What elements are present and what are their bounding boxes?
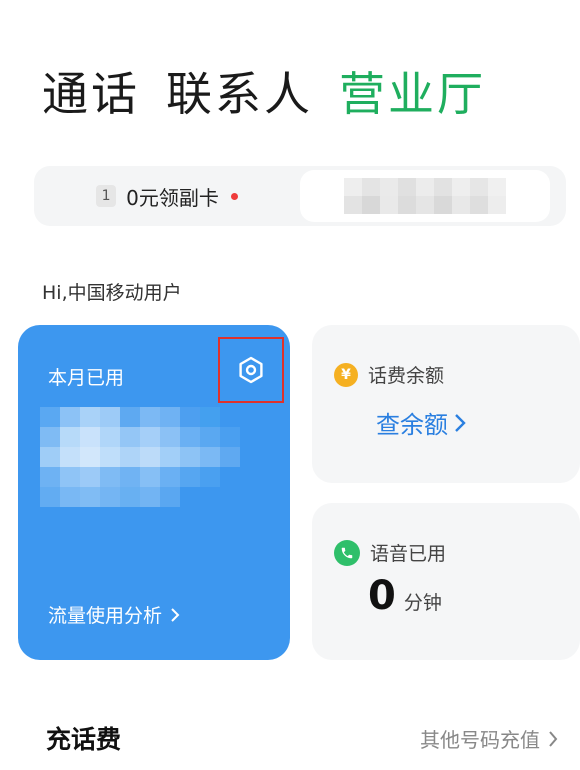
balance-card-title: 话费余额 [368,365,445,387]
top-tab-bar: 通话 联系人 营业厅 [42,66,486,122]
tab-service-hall[interactable]: 营业厅 [339,66,486,122]
traffic-analysis-link[interactable]: 流量使用分析 [48,601,180,628]
voice-minutes-number: 0 [368,573,396,619]
sim-slot-badge: 1 [96,185,117,207]
phone-icon [334,539,360,566]
usage-card-title: 本月已用 [48,367,125,389]
check-balance-label: 查余额 [376,411,448,439]
sim-promo-row: 1 0元领副卡 [34,166,566,226]
yuan-coin-icon: ¥ [334,362,358,387]
tab-calls[interactable]: 通话 [42,66,140,122]
check-balance-link[interactable]: 查余额 [376,405,466,440]
other-number-recharge-link[interactable]: 其他号码充值 [420,724,558,753]
pixelated-region [344,178,506,214]
masked-phone-number[interactable] [300,170,550,222]
voice-usage-value: 0 分钟 [368,573,442,619]
monthly-usage-card[interactable]: 本月已用 流量使用分析 [18,325,290,660]
recharge-section-title: 充话费 [46,725,122,754]
tab-contacts[interactable]: 联系人 [166,66,313,122]
chevron-right-icon [455,413,466,432]
chevron-right-icon [549,730,558,747]
sim-promo-label: 0元领副卡 [126,185,219,210]
chevron-right-icon [171,607,180,622]
balance-card[interactable]: ¥ 话费余额 查余额 [312,325,580,483]
traffic-analysis-label: 流量使用分析 [48,605,163,627]
settings-hexagon-icon [239,356,263,384]
other-number-recharge-label: 其他号码充值 [420,728,540,752]
balance-card-header: ¥ 话费余额 [334,361,444,388]
notification-dot [230,192,238,200]
voice-minutes-unit: 分钟 [403,592,442,614]
voice-usage-card[interactable]: 语音已用 0 分钟 [312,503,580,660]
voice-card-title: 语音已用 [370,543,447,565]
voice-card-header: 语音已用 [334,539,446,566]
usage-settings-button[interactable] [218,337,284,403]
pixelated-usage-value [40,407,240,507]
secondary-sim-promo[interactable]: 1 0元领副卡 [34,166,300,226]
greeting-text: Hi,中国移动用户 [42,282,182,304]
